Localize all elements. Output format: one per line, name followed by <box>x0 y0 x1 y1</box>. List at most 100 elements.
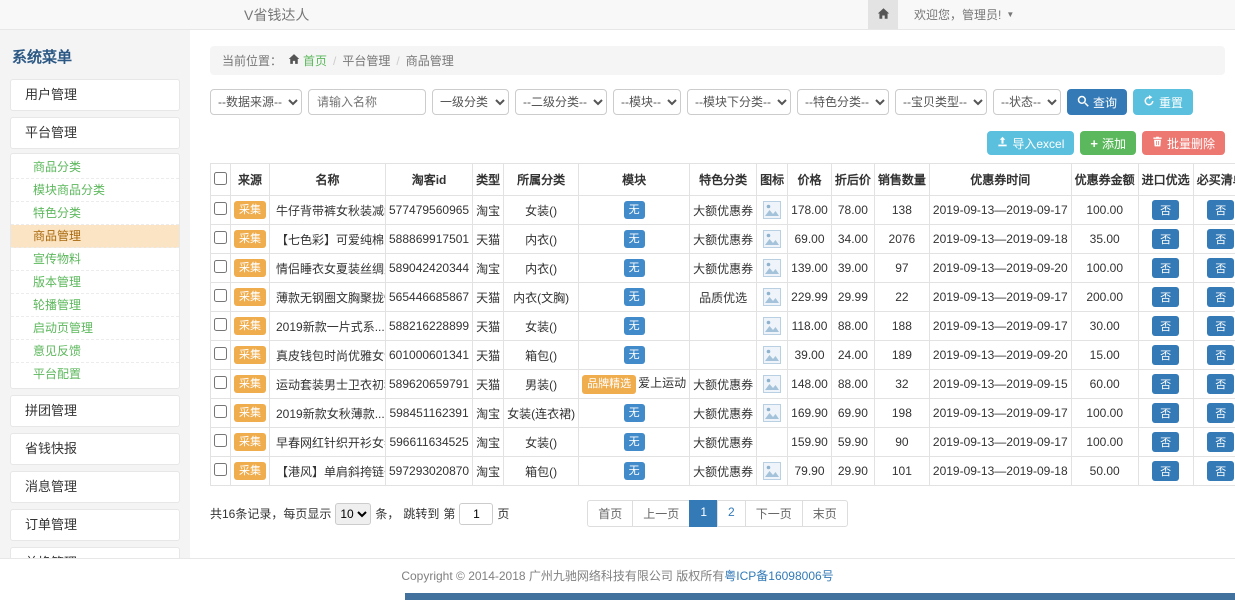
filter-select-2[interactable]: 一级分类 <box>432 89 509 115</box>
breadcrumb-item-2[interactable]: 商品管理 <box>406 52 454 69</box>
sidebar-subitem-5[interactable]: 版本管理 <box>11 271 179 294</box>
search-button[interactable]: 查询 <box>1067 89 1127 115</box>
welcome-text: 欢迎您，管理员! <box>914 6 1001 23</box>
sidebar-item-5[interactable]: 订单管理 <box>10 509 180 541</box>
sales-cell: 101 <box>874 457 929 486</box>
row-checkbox[interactable] <box>214 347 227 360</box>
sidebar-subitem-6[interactable]: 轮播管理 <box>11 294 179 317</box>
must-buy-toggle[interactable]: 否 <box>1207 258 1234 278</box>
must-buy-toggle[interactable]: 否 <box>1207 374 1234 394</box>
row-checkbox[interactable] <box>214 434 227 447</box>
must-buy-toggle[interactable]: 否 <box>1207 200 1234 220</box>
source-cell: 采集 <box>231 254 270 283</box>
filter-select-6[interactable]: --特色分类-- <box>797 89 889 115</box>
sidebar-item-1[interactable]: 平台管理 <box>10 117 180 149</box>
import-excel-button[interactable]: 导入excel <box>987 131 1074 155</box>
row-checkbox[interactable] <box>214 405 227 418</box>
row-checkbox[interactable] <box>214 231 227 244</box>
filter-select-8[interactable]: --状态-- <box>993 89 1061 115</box>
sidebar-subitem-3[interactable]: 商品管理 <box>11 225 179 248</box>
module-badge: 无 <box>624 433 645 452</box>
filter-select-7[interactable]: --宝贝类型-- <box>895 89 987 115</box>
row-checkbox[interactable] <box>214 463 227 476</box>
page-button-2[interactable]: 2 <box>717 500 746 527</box>
import-select-toggle[interactable]: 否 <box>1152 374 1179 394</box>
page-button-1[interactable]: 1 <box>689 500 718 527</box>
user-menu[interactable]: 欢迎您，管理员! ▼ <box>898 6 1030 23</box>
home-icon <box>877 7 890 23</box>
type-cell: 淘宝 <box>473 399 504 428</box>
row-checkbox[interactable] <box>214 376 227 389</box>
per-page-select[interactable]: 10 <box>335 503 371 525</box>
product-image <box>763 201 781 219</box>
must-buy-toggle[interactable]: 否 <box>1207 287 1234 307</box>
sales-cell: 22 <box>874 283 929 312</box>
icon-cell <box>757 341 788 370</box>
sales-cell: 198 <box>874 399 929 428</box>
must-buy-toggle[interactable]: 否 <box>1207 345 1234 365</box>
row-checkbox[interactable] <box>214 318 227 331</box>
row-select-cell <box>211 283 231 312</box>
sidebar-item-3[interactable]: 省钱快报 <box>10 433 180 465</box>
feature-cell: 大额优惠券 <box>690 225 757 254</box>
import-select-cell: 否 <box>1138 399 1193 428</box>
page-button-下一页[interactable]: 下一页 <box>745 500 803 527</box>
feature-cell: 大额优惠券 <box>690 457 757 486</box>
import-select-toggle[interactable]: 否 <box>1152 200 1179 220</box>
icon-cell <box>757 428 788 457</box>
page-jump-input[interactable] <box>459 503 493 525</box>
filter-name-input[interactable] <box>308 89 426 115</box>
add-button[interactable]: + 添加 <box>1080 131 1136 155</box>
icp-link[interactable]: 粤ICP备16098006号 <box>724 569 833 583</box>
page-button-末页[interactable]: 末页 <box>802 500 848 527</box>
source-badge: 采集 <box>234 433 266 452</box>
import-select-toggle[interactable]: 否 <box>1152 345 1179 365</box>
sidebar-item-0[interactable]: 用户管理 <box>10 79 180 111</box>
import-select-toggle[interactable]: 否 <box>1152 258 1179 278</box>
product-image <box>763 404 781 422</box>
must-buy-toggle[interactable]: 否 <box>1207 316 1234 336</box>
must-buy-toggle[interactable]: 否 <box>1207 432 1234 452</box>
home-button[interactable] <box>868 0 898 29</box>
import-select-toggle[interactable]: 否 <box>1152 432 1179 452</box>
breadcrumb-item-1[interactable]: 平台管理 <box>342 52 390 69</box>
filter-select-0[interactable]: --数据来源-- <box>210 89 302 115</box>
import-select-toggle[interactable]: 否 <box>1152 403 1179 423</box>
batch-delete-button[interactable]: 批量删除 <box>1142 131 1225 155</box>
import-select-toggle[interactable]: 否 <box>1152 287 1179 307</box>
must-buy-toggle[interactable]: 否 <box>1207 229 1234 249</box>
table-row: 采集真皮钱包时尚优雅女士...601000601341天猫箱包()无39.002… <box>211 341 1235 370</box>
import-select-toggle[interactable]: 否 <box>1152 229 1179 249</box>
sidebar-subitem-1[interactable]: 模块商品分类 <box>11 179 179 202</box>
product-image <box>763 462 781 480</box>
breadcrumb-item-0[interactable]: 首页 <box>288 52 327 69</box>
sidebar-subitem-4[interactable]: 宣传物料 <box>11 248 179 271</box>
column-header-12: 优惠券金额 <box>1071 164 1138 196</box>
sidebar-subitem-0[interactable]: 商品分类 <box>11 156 179 179</box>
import-select-toggle[interactable]: 否 <box>1152 461 1179 481</box>
filter-select-3[interactable]: --二级分类-- <box>515 89 607 115</box>
sidebar-subitem-2[interactable]: 特色分类 <box>11 202 179 225</box>
sidebar-subitem-8[interactable]: 意见反馈 <box>11 340 179 363</box>
sidebar-subitem-9[interactable]: 平台配置 <box>11 363 179 386</box>
must-buy-cell: 否 <box>1193 254 1235 283</box>
page-button-首页[interactable]: 首页 <box>587 500 633 527</box>
sidebar-item-2[interactable]: 拼团管理 <box>10 395 180 427</box>
filter-select-5[interactable]: --模块下分类-- <box>687 89 791 115</box>
row-checkbox[interactable] <box>214 260 227 273</box>
sidebar-item-4[interactable]: 消息管理 <box>10 471 180 503</box>
price-cell: 139.00 <box>788 254 832 283</box>
sales-cell: 97 <box>874 254 929 283</box>
must-buy-toggle[interactable]: 否 <box>1207 461 1234 481</box>
name-cell: 真皮钱包时尚优雅女士... <box>270 341 386 370</box>
select-all-checkbox[interactable] <box>214 172 227 185</box>
import-select-toggle[interactable]: 否 <box>1152 316 1179 336</box>
must-buy-toggle[interactable]: 否 <box>1207 403 1234 423</box>
sales-cell: 2076 <box>874 225 929 254</box>
sidebar-subitem-7[interactable]: 启动页管理 <box>11 317 179 340</box>
reset-button[interactable]: 重置 <box>1133 89 1193 115</box>
row-checkbox[interactable] <box>214 289 227 302</box>
row-checkbox[interactable] <box>214 202 227 215</box>
filter-select-4[interactable]: --模块-- <box>613 89 681 115</box>
page-button-上一页[interactable]: 上一页 <box>632 500 690 527</box>
